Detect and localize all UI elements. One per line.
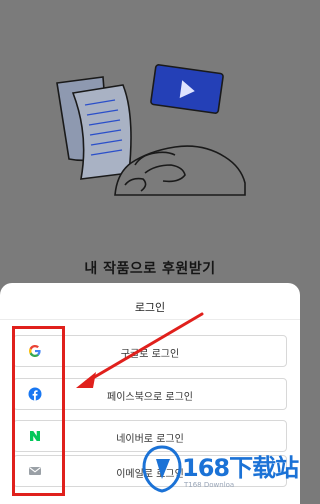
watermark-subtext: T168 Downloa [184,481,235,489]
sheet-title: 로그인 [134,301,166,314]
sheet-divider [0,319,300,320]
login-icons-highlight [12,326,65,496]
sponsor-illustration [56,64,246,196]
promo-headline: 내 작품으로 후원받기 [84,261,216,277]
watermark-emblem [142,445,182,493]
video-play-icon [150,64,224,114]
watermark-text: 168下载站 [182,454,299,482]
watermark-logo: 168下载站 T168 Downloa [140,441,300,499]
hand-icon [114,145,246,196]
